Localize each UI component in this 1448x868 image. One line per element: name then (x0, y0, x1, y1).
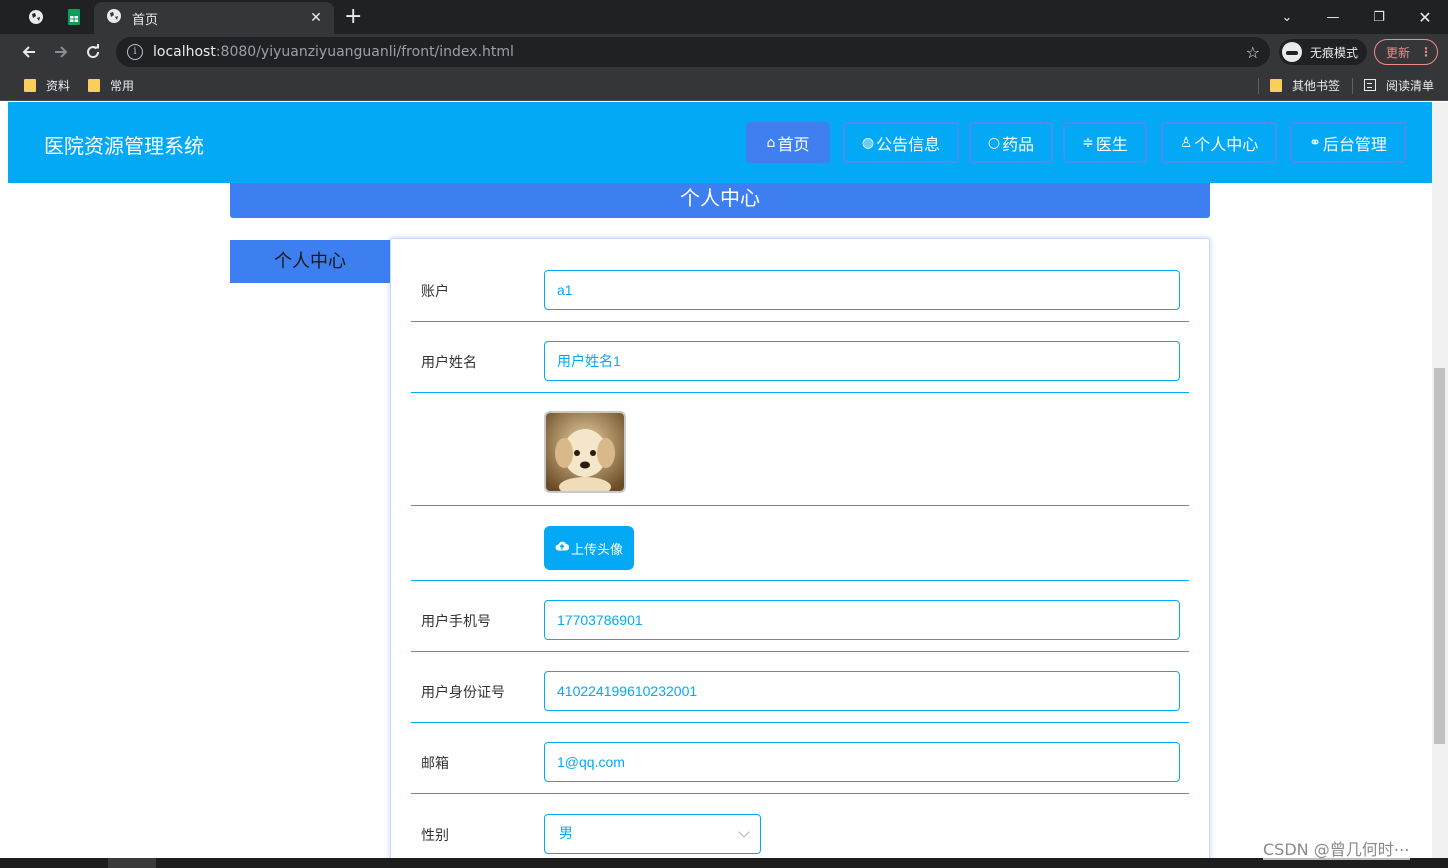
browser-tabstrip: 首页 ✕ + ⌄ — ❐ ✕ (0, 0, 1448, 34)
form-row-upload: 上传头像 (411, 506, 1189, 581)
nav-medicine[interactable]: ○ 药品 (969, 122, 1053, 163)
gender-value: 男 (559, 826, 573, 842)
globe-icon: ◍ (861, 134, 875, 151)
close-tab-icon[interactable]: ✕ (308, 10, 324, 26)
avatar (544, 411, 626, 493)
browser-toolbar: i localhost:8080/yiyuanziyuanguanli/fron… (0, 34, 1448, 70)
tab-title: 首页 (132, 12, 159, 28)
url-text: localhost:8080/yiyuanziyuanguanli/front/… (153, 44, 1246, 60)
bookmark-label: 常用 (110, 78, 135, 93)
nav-label: 首页 (777, 134, 810, 154)
update-label: 更新 (1386, 45, 1411, 60)
taskbar-item[interactable] (108, 858, 156, 868)
new-tab-icon[interactable]: + (344, 4, 362, 30)
idcard-input[interactable]: 410224199610232001 (544, 671, 1180, 711)
name-label: 用户姓名 (421, 355, 477, 371)
form-row-idcard: 用户身份证号 410224199610232001 (411, 652, 1189, 723)
form-row-phone: 用户手机号 17703786901 (411, 581, 1189, 652)
nav-label: 药品 (1002, 134, 1035, 154)
form-row-email: 邮箱 1@qq.com (411, 723, 1189, 794)
reload-icon[interactable] (78, 34, 108, 70)
back-icon[interactable] (14, 34, 44, 70)
reading-list-icon (1364, 79, 1376, 91)
sidebar-item-personal-center[interactable]: 个人中心 (230, 240, 390, 283)
upload-avatar-button[interactable]: 上传头像 (544, 526, 634, 570)
incognito-label: 无痕模式 (1310, 45, 1359, 60)
chevron-down-icon (738, 826, 750, 838)
site-navbar: 医院资源管理系统 ⌂ 首页 ◍ 公告信息 ○ 药品 ≑ 医生 ♙ 个人中心 ⚭ 后台管理 (8, 102, 1432, 183)
form-row-name: 用户姓名 用户姓名1 (411, 322, 1189, 393)
nav-admin[interactable]: ⚭ 后台管理 (1290, 122, 1406, 163)
globe-tab-icon[interactable] (19, 0, 53, 34)
profile-form: 账户 a1 用户姓名 用户姓名1 上传头像 用户手机号 17703786901 … (390, 238, 1210, 858)
url-host: localhost (153, 44, 216, 60)
scrollbar-thumb[interactable] (1434, 368, 1445, 744)
form-row-account: 账户 a1 (411, 239, 1189, 322)
os-taskbar (0, 858, 1448, 868)
minimize-icon[interactable]: — (1310, 0, 1356, 34)
globe-icon (106, 8, 122, 28)
form-row-avatar (411, 393, 1189, 506)
sheets-tab-icon[interactable] (57, 0, 91, 34)
url-path: :8080/yiyuanziyuanguanli/front/index.htm… (215, 44, 514, 60)
cloud-upload-icon (555, 540, 570, 556)
address-bar[interactable]: i localhost:8080/yiyuanziyuanguanli/fron… (116, 37, 1270, 67)
idcard-label: 用户身份证号 (421, 685, 505, 701)
nav-label: 公告信息 (876, 134, 941, 154)
nav-announcements[interactable]: ◍ 公告信息 (843, 122, 959, 163)
name-input[interactable]: 用户姓名1 (544, 341, 1180, 381)
upload-label: 上传头像 (570, 542, 623, 558)
nav-label: 后台管理 (1322, 134, 1387, 154)
account-label: 账户 (421, 284, 449, 300)
forward-icon[interactable] (46, 34, 76, 70)
gender-label: 性别 (421, 828, 449, 844)
bookmark-divider (1258, 78, 1259, 94)
nav-label: 医生 (1095, 134, 1128, 154)
incognito-icon (1282, 42, 1302, 62)
link-icon: ⚭ (1309, 134, 1321, 151)
nav-personal-center[interactable]: ♙ 个人中心 (1161, 122, 1277, 163)
folder-icon (88, 78, 100, 92)
circle-icon: ○ (987, 134, 1001, 151)
folder-icon (1270, 78, 1282, 92)
bookmark-folder-1[interactable]: 常用 (88, 76, 134, 94)
folder-icon (24, 78, 36, 92)
active-tab[interactable]: 首页 ✕ (94, 2, 334, 34)
other-bookmarks[interactable]: 其他书签 (1270, 76, 1340, 94)
bookmark-divider (1352, 78, 1353, 94)
reading-list[interactable]: 阅读清单 (1364, 76, 1434, 94)
email-label: 邮箱 (421, 756, 449, 772)
update-button[interactable]: 更新 ⋮ (1374, 39, 1438, 65)
nav-doctors[interactable]: ≑ 医生 (1063, 122, 1147, 163)
bookmarks-bar: 资料 常用 其他书签 阅读清单 (0, 70, 1448, 101)
phone-label: 用户手机号 (421, 614, 491, 630)
restore-icon[interactable]: ❐ (1356, 0, 1402, 34)
sliders-icon: ≑ (1082, 134, 1094, 151)
bookmark-label: 资料 (46, 78, 71, 93)
menu-dots-icon: ⋮ (1420, 45, 1433, 59)
nav-home[interactable]: ⌂ 首页 (746, 122, 830, 163)
watermark: CSDN @曾几何时⋯ (1263, 836, 1410, 860)
home-icon: ⌂ (766, 134, 776, 151)
incognito-indicator[interactable]: 无痕模式 (1279, 39, 1367, 65)
tab-search-icon[interactable]: ⌄ (1264, 0, 1310, 34)
other-bookmarks-label: 其他书签 (1292, 78, 1341, 93)
window-close-icon[interactable]: ✕ (1402, 0, 1448, 34)
form-row-gender: 性别 男 (411, 794, 1189, 858)
gender-select[interactable]: 男 (544, 814, 761, 854)
phone-input[interactable]: 17703786901 (544, 600, 1180, 640)
nav-label: 个人中心 (1194, 134, 1259, 154)
account-input[interactable]: a1 (544, 270, 1180, 310)
page-viewport: 个人中心 医院资源管理系统 ⌂ 首页 ◍ 公告信息 ○ 药品 ≑ 医生 ♙ 个人中心 ⚭ 后… (8, 102, 1432, 858)
bookmark-folder-0[interactable]: 资料 (24, 76, 70, 94)
info-icon[interactable]: i (127, 44, 143, 60)
bookmark-star-icon[interactable]: ☆ (1246, 43, 1260, 62)
user-icon: ♙ (1179, 134, 1193, 151)
reading-list-label: 阅读清单 (1386, 78, 1435, 93)
site-title[interactable]: 医院资源管理系统 (44, 130, 204, 159)
email-input[interactable]: 1@qq.com (544, 742, 1180, 782)
